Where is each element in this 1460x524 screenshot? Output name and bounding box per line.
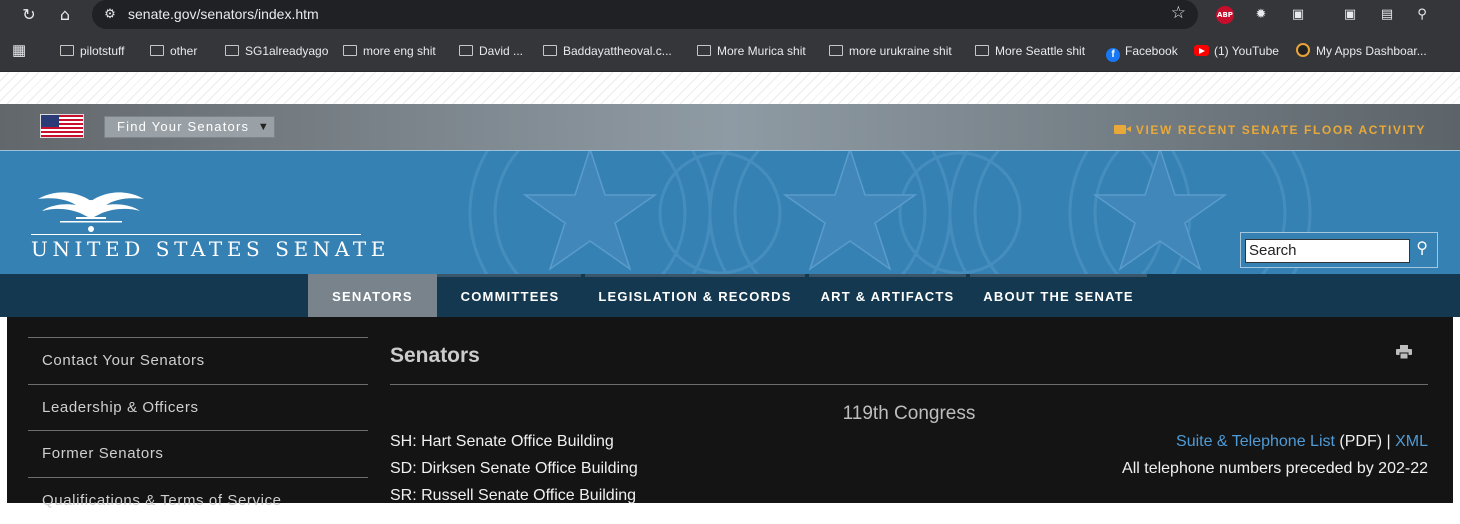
folder-icon [225, 45, 239, 56]
abp-icon[interactable]: ABP [1216, 6, 1234, 24]
sidebar-item-qualifications[interactable]: Qualifications & Terms of Service [28, 477, 368, 524]
bookmark-item[interactable]: more urukraine shit [829, 42, 952, 60]
video-camera-icon [1113, 125, 1131, 134]
apps-grid-icon[interactable]: ▦ [12, 42, 26, 60]
site-header-banner: UNITED STATES SENATE Search ⚲ [0, 150, 1460, 274]
folder-icon [343, 45, 357, 56]
sidebar-item-contact[interactable]: Contact Your Senators [28, 337, 368, 384]
congress-heading: 119th Congress [842, 403, 976, 424]
search-page-icon[interactable]: ⚲ [1412, 5, 1432, 25]
nav-legislation-records[interactable]: LEGISLATION & RECORDS [585, 274, 805, 317]
pdf-label: (PDF) [1334, 433, 1387, 450]
folder-icon [60, 45, 74, 56]
senate-eagle-logo [38, 192, 144, 232]
search-input[interactable]: Search [1245, 239, 1410, 263]
youtube-icon [1194, 45, 1209, 56]
sidebar-item-leadership[interactable]: Leadership & Officers [28, 384, 368, 431]
search-box: Search ⚲ [1240, 232, 1438, 268]
page-title: Senators [390, 344, 480, 367]
url-text[interactable]: senate.gov/senators/index.htm [128, 6, 319, 22]
nav-art-artifacts[interactable]: ART & ARTIFACTS [809, 274, 966, 317]
bookmark-item[interactable]: More Murica shit [697, 42, 806, 60]
folder-icon [829, 45, 843, 56]
logo-rule [31, 234, 361, 235]
gear-extension-icon[interactable]: ✹ [1251, 5, 1271, 25]
floor-activity-link[interactable]: VIEW RECENT SENATE FLOOR ACTIVITY [1113, 123, 1426, 137]
apps-icon [1296, 43, 1310, 57]
folder-icon [975, 45, 989, 56]
content-area: Contact Your Senators Leadership & Offic… [0, 317, 1460, 509]
top-hatch-strip [0, 72, 1460, 104]
bookmark-item[interactable]: Baddayattheoval.c... [543, 42, 672, 60]
chevron-down-icon: ▼ [257, 121, 270, 133]
print-icon[interactable] [1396, 345, 1412, 359]
bookmarks-bar: ▦ pilotstuff other SG1alreadyago more en… [0, 30, 1460, 72]
bookmark-item[interactable]: David ... [459, 42, 523, 60]
puzzle-icon[interactable]: ▣ [1288, 5, 1308, 25]
suite-telephone-link[interactable]: Suite & Telephone List [1176, 433, 1335, 450]
bookmark-item[interactable]: f Facebook [1106, 42, 1178, 62]
building-legend-item: SD: Dirksen Senate Office Building [390, 460, 638, 477]
screenshot-icon[interactable]: ▣ [1340, 5, 1360, 25]
downloads-line: Suite & Telephone List (PDF) | XML [1176, 433, 1428, 451]
bookmark-star-icon[interactable]: ☆ [1171, 3, 1186, 23]
main-nav: SENATORS COMMITTEES LEGISLATION & RECORD… [0, 274, 1460, 317]
bookmark-item[interactable]: (1) YouTube [1194, 42, 1279, 60]
find-senators-select[interactable]: Find Your Senators ▼ [104, 116, 275, 138]
bookmark-item[interactable]: pilotstuff [60, 42, 124, 60]
main-panel: Contact Your Senators Leadership & Offic… [7, 317, 1453, 509]
title-divider [390, 384, 1428, 385]
nav-committees[interactable]: COMMITTEES [440, 274, 580, 317]
building-legend-item: SH: Hart Senate Office Building [390, 433, 614, 450]
bookmark-item[interactable]: SG1alreadyago [225, 42, 328, 60]
search-icon[interactable]: ⚲ [1416, 238, 1428, 257]
browser-toolbar: ↻ ⌂ ⚙ senate.gov/senators/index.htm ☆ AB… [0, 0, 1460, 30]
utility-bar: Find Your Senators ▼ VIEW RECENT SENATE … [0, 104, 1460, 150]
home-icon[interactable]: ⌂ [53, 3, 77, 27]
bookmark-item[interactable]: More Seattle shit [975, 42, 1085, 60]
phone-note: All telephone numbers preceded by 202-22 [1122, 460, 1428, 477]
address-bar[interactable]: ⚙ senate.gov/senators/index.htm ☆ [92, 0, 1198, 29]
senate-wordmark[interactable]: UNITED STATES SENATE [31, 237, 390, 261]
bookmark-item[interactable]: other [150, 42, 197, 60]
reload-icon[interactable]: ↻ [17, 3, 41, 27]
reader-icon[interactable]: ▤ [1377, 5, 1397, 25]
building-legend-item: SR: Russell Senate Office Building [390, 487, 637, 504]
bookmark-item[interactable]: My Apps Dashboar... [1296, 42, 1427, 60]
nav-senators[interactable]: SENATORS [308, 274, 437, 317]
bookmark-item[interactable]: more eng shit [343, 42, 436, 60]
us-flag-icon [40, 114, 84, 138]
nav-about-senate[interactable]: ABOUT THE SENATE [970, 274, 1147, 317]
folder-icon [697, 45, 711, 56]
folder-icon [459, 45, 473, 56]
xml-link[interactable]: XML [1391, 433, 1428, 450]
site-settings-icon[interactable]: ⚙ [100, 5, 120, 25]
facebook-icon: f [1106, 48, 1120, 62]
folder-icon [150, 45, 164, 56]
sidebar-item-former[interactable]: Former Senators [28, 430, 368, 477]
folder-icon [543, 45, 557, 56]
